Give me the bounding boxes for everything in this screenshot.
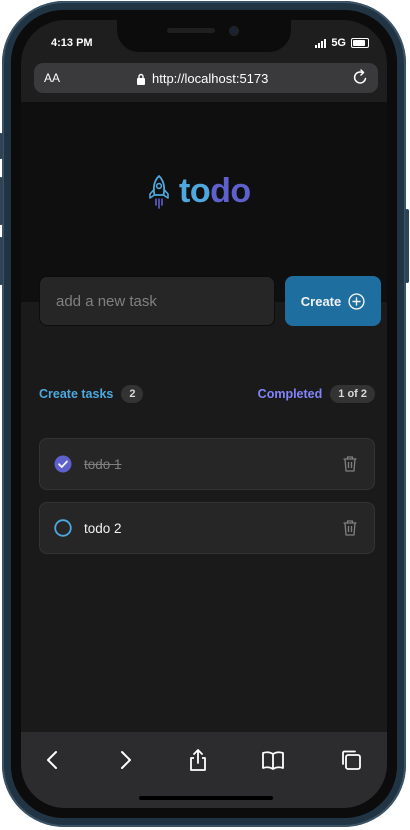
- phone-frame: 4:13 PM 5G AA http://localhost:5173 todo…: [0, 1, 409, 827]
- volume-down-button: [0, 237, 3, 285]
- trash-icon[interactable]: [342, 519, 358, 537]
- screen: 4:13 PM 5G AA http://localhost:5173 todo…: [21, 20, 387, 808]
- network-label: 5G: [331, 37, 346, 49]
- task-text: todo 2: [84, 521, 122, 536]
- battery-icon: [351, 38, 369, 48]
- new-task-input[interactable]: [39, 276, 275, 326]
- rocket-icon: [149, 174, 169, 209]
- app-logo: todo: [147, 172, 251, 211]
- unchecked-circle-icon[interactable]: [54, 519, 72, 537]
- status-time: 4:13 PM: [51, 37, 93, 49]
- lock-icon: [137, 73, 145, 85]
- speaker: [167, 28, 215, 33]
- trash-icon[interactable]: [342, 455, 358, 473]
- browser-toolbar: [21, 732, 387, 808]
- created-label: Create tasks: [39, 387, 114, 401]
- volume-up-button: [0, 177, 3, 225]
- power-button: [405, 209, 409, 283]
- home-indicator: [139, 796, 273, 800]
- back-icon[interactable]: [41, 748, 65, 772]
- create-button[interactable]: Create: [285, 276, 381, 326]
- page-content: todo Create Create tasks 2: [21, 102, 387, 732]
- logo-text: todo: [179, 172, 251, 210]
- url-display[interactable]: http://localhost:5173: [136, 71, 268, 86]
- tabs-icon[interactable]: [339, 748, 363, 772]
- completed-counter: Completed 1 of 2: [258, 385, 375, 403]
- silent-switch: [0, 133, 3, 159]
- status-right: 5G: [315, 37, 369, 49]
- task-text: todo 1: [84, 457, 122, 472]
- task-counters: Create tasks 2 Completed 1 of 2: [39, 385, 375, 407]
- completed-count-badge: 1 of 2: [330, 385, 375, 403]
- created-count-badge: 2: [121, 385, 144, 403]
- reload-icon[interactable]: [352, 69, 369, 86]
- share-icon[interactable]: [186, 748, 210, 772]
- created-counter: Create tasks 2: [39, 385, 144, 403]
- camera: [229, 26, 239, 36]
- checked-circle-icon[interactable]: [54, 455, 72, 473]
- task-item: todo 2: [39, 502, 375, 554]
- text-size-button[interactable]: AA: [44, 71, 60, 85]
- forward-icon[interactable]: [113, 748, 137, 772]
- task-item: todo 1: [39, 438, 375, 490]
- completed-label: Completed: [257, 387, 323, 401]
- notch: [117, 20, 291, 52]
- url-text: http://localhost:5173: [152, 71, 269, 86]
- signal-icon: [315, 38, 327, 48]
- create-button-label: Create: [300, 293, 342, 309]
- bezel: 4:13 PM 5G AA http://localhost:5173 todo…: [11, 10, 397, 818]
- bookmarks-icon[interactable]: [261, 748, 285, 772]
- plus-circle-icon: [348, 292, 365, 310]
- address-bar[interactable]: AA http://localhost:5173: [34, 63, 378, 93]
